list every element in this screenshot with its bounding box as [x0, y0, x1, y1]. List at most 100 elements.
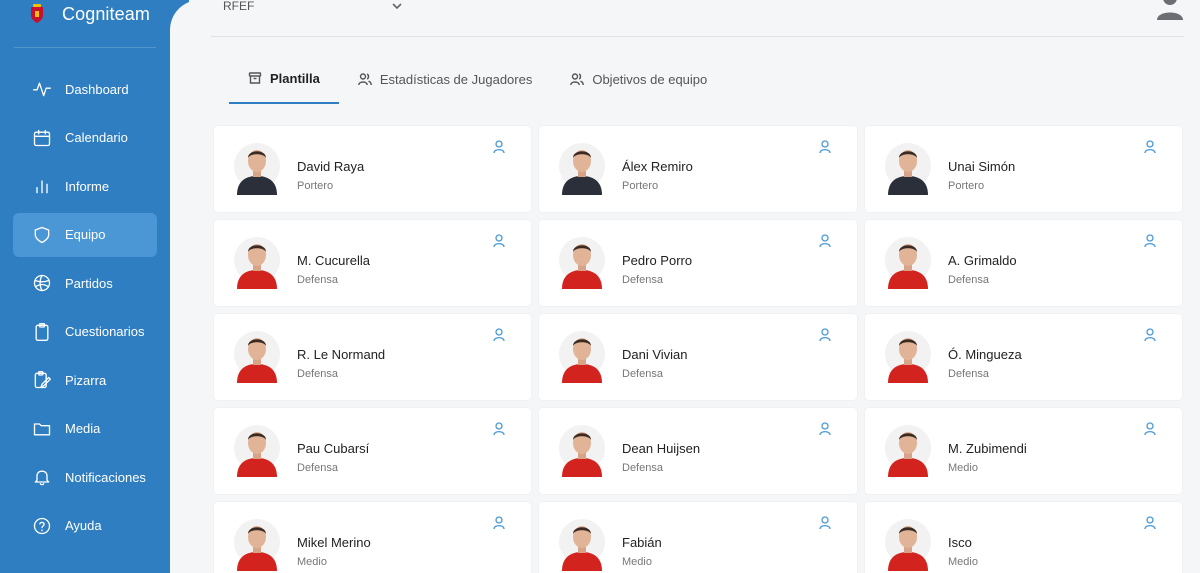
bar-chart-icon [31, 175, 53, 197]
player-role: Portero [622, 180, 659, 192]
divider [14, 47, 156, 48]
player-photo [559, 425, 605, 477]
user-avatar-icon[interactable] [1156, 0, 1184, 20]
player-card[interactable]: A. Grimaldo Defensa [865, 220, 1182, 306]
player-photo [234, 237, 280, 289]
user-profile-icon[interactable] [1144, 422, 1156, 436]
sidebar-item-cuestionarios[interactable]: Cuestionarios [13, 310, 157, 354]
player-photo [885, 331, 931, 383]
shield-icon [31, 224, 53, 246]
user-profile-icon[interactable] [493, 140, 505, 154]
player-info: R. Le Normand Defensa [297, 347, 385, 380]
user-profile-icon[interactable] [493, 234, 505, 248]
player-photo [885, 143, 931, 195]
player-info: Ó. Mingueza Defensa [948, 347, 1022, 380]
player-name: A. Grimaldo [948, 253, 1017, 268]
player-role: Defensa [948, 368, 989, 380]
user-profile-icon[interactable] [493, 516, 505, 530]
topbar: RFEF [211, 0, 1184, 37]
player-name: Dean Huijsen [622, 441, 701, 456]
player-card[interactable]: Dean Huijsen Defensa [539, 408, 857, 494]
player-card[interactable]: Pedro Porro Defensa [539, 220, 857, 306]
tab-objetivos-equipo[interactable]: Objetivos de equipo [551, 60, 726, 98]
player-photo [234, 425, 280, 477]
user-profile-icon[interactable] [1144, 328, 1156, 342]
users-icon [570, 73, 585, 86]
user-profile-icon[interactable] [493, 422, 505, 436]
player-name: Fabián [622, 535, 662, 550]
user-profile-icon[interactable] [819, 328, 831, 342]
player-card[interactable]: Isco Medio [865, 502, 1182, 573]
player-card[interactable]: Unai Simón Portero [865, 126, 1182, 212]
player-info: David Raya Portero [297, 159, 364, 192]
tab-plantilla[interactable]: Plantilla [229, 60, 339, 104]
player-name: M. Zubimendi [948, 441, 1027, 456]
player-card[interactable]: Álex Remiro Portero [539, 126, 857, 212]
player-photo [234, 331, 280, 383]
board-edit-icon [31, 369, 53, 391]
player-photo [559, 143, 605, 195]
sidebar-item-dashboard[interactable]: Dashboard [13, 67, 157, 111]
player-card[interactable]: Fabián Medio [539, 502, 857, 573]
player-name: Isco [948, 535, 972, 550]
sidebar-item-label: Media [65, 421, 101, 436]
player-card[interactable]: M. Cucurella Defensa [214, 220, 531, 306]
tab-label: Objetivos de equipo [592, 71, 708, 87]
user-profile-icon[interactable] [1144, 140, 1156, 154]
tab-estadisticas-jugadores[interactable]: Estadísticas de Jugadores [339, 60, 551, 98]
player-card[interactable]: R. Le Normand Defensa [214, 314, 531, 400]
player-role: Defensa [297, 274, 338, 286]
player-card[interactable]: Mikel Merino Medio [214, 502, 531, 573]
player-role: Defensa [948, 274, 989, 286]
player-role: Medio [622, 556, 652, 568]
content-edge [170, 0, 210, 573]
player-name: Dani Vivian [622, 347, 688, 362]
user-profile-icon[interactable] [493, 328, 505, 342]
sidebar-item-equipo[interactable]: Equipo [13, 212, 157, 257]
user-profile-icon[interactable] [1144, 234, 1156, 248]
player-card[interactable]: Pau Cubarsí Defensa [214, 408, 531, 494]
player-card[interactable]: David Raya Portero [214, 126, 531, 212]
player-card[interactable]: Dani Vivian Defensa [539, 314, 857, 400]
clipboard-icon [31, 321, 53, 343]
player-card[interactable]: Ó. Mingueza Defensa [865, 314, 1182, 400]
player-photo [559, 519, 605, 571]
user-profile-icon[interactable] [819, 422, 831, 436]
player-name: Álex Remiro [622, 159, 693, 174]
user-profile-icon[interactable] [819, 234, 831, 248]
sidebar-item-media[interactable]: Media [13, 407, 157, 451]
player-info: A. Grimaldo Defensa [948, 253, 1017, 286]
user-profile-icon[interactable] [1144, 516, 1156, 530]
sidebar-item-partidos[interactable]: Partidos [13, 261, 157, 305]
player-name: R. Le Normand [297, 347, 386, 362]
player-photo [885, 237, 931, 289]
brand[interactable]: Cogniteam [28, 0, 150, 28]
sidebar-item-pizarra[interactable]: Pizarra [13, 358, 157, 402]
player-photo [885, 425, 931, 477]
player-role: Defensa [297, 368, 338, 380]
sidebar-item-ayuda[interactable]: Ayuda [13, 504, 157, 548]
player-role: Portero [948, 180, 985, 192]
player-name: Pau Cubarsí [297, 441, 370, 456]
player-photo [234, 519, 280, 571]
player-info: Mikel Merino Medio [297, 535, 371, 568]
player-card[interactable]: M. Zubimendi Medio [865, 408, 1182, 494]
help-icon [31, 515, 53, 537]
sidebar-item-label: Dashboard [65, 81, 129, 97]
player-name: Pedro Porro [622, 253, 693, 268]
player-role: Medio [948, 462, 978, 474]
player-name: David Raya [297, 159, 365, 174]
sidebar-item-informe[interactable]: Informe [13, 164, 157, 208]
player-photo [234, 143, 280, 195]
org-select[interactable]: RFEF [223, 0, 403, 13]
user-profile-icon[interactable] [819, 140, 831, 154]
sidebar-item-calendario[interactable]: Calendario [13, 116, 157, 160]
user-profile-icon[interactable] [819, 516, 831, 530]
player-info: Álex Remiro Portero [622, 159, 693, 192]
sidebar-item-label: Calendario [65, 130, 128, 145]
player-info: Isco Medio [948, 535, 978, 568]
player-photo [559, 237, 605, 289]
brand-name: Cogniteam [62, 3, 150, 24]
crest-icon [31, 4, 43, 23]
sidebar-item-notificaciones[interactable]: Notificaciones [13, 455, 157, 499]
